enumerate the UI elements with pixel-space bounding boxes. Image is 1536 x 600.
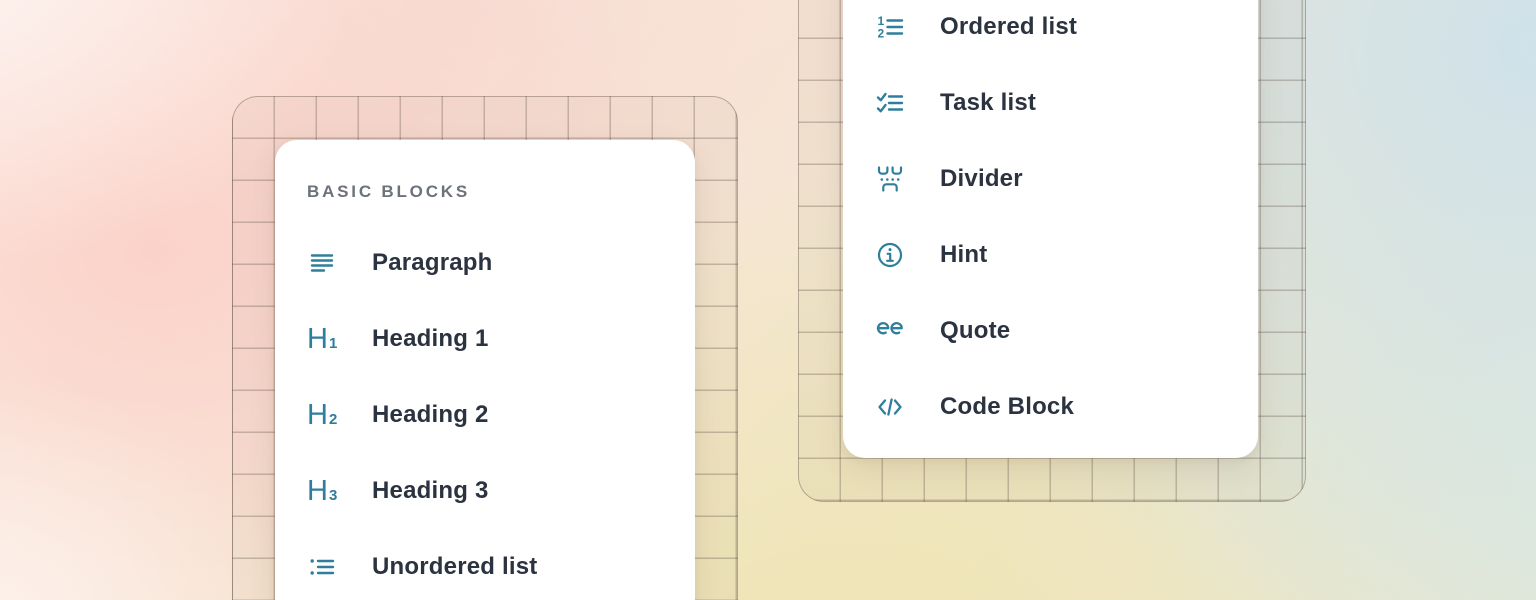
menu-item-label: Hint xyxy=(940,241,987,269)
code-block-icon xyxy=(875,390,909,424)
menu-item-code-block[interactable]: Code Block xyxy=(875,369,1258,445)
task-list-icon xyxy=(875,86,909,120)
menu-item-paragraph[interactable]: Paragraph xyxy=(307,225,695,301)
svg-text:2: 2 xyxy=(878,27,885,41)
block-menu-illustration: BASIC BLOCKS Paragraph H1 Heading 1 xyxy=(0,0,1536,600)
paragraph-icon xyxy=(307,246,341,280)
menu-item-label: Heading 1 xyxy=(372,325,489,353)
menu-item-divider[interactable]: Divider xyxy=(875,141,1258,217)
heading-2-icon: H2 xyxy=(307,398,341,432)
menu-item-hint[interactable]: Hint xyxy=(875,217,1258,293)
menu-item-label: Unordered list xyxy=(372,553,538,581)
heading-1-icon: H1 xyxy=(307,322,341,356)
ordered-list-icon: 1 2 xyxy=(875,10,909,44)
quote-icon xyxy=(875,314,909,348)
menu-item-heading-1[interactable]: H1 Heading 1 xyxy=(307,301,695,377)
menu-item-heading-2[interactable]: H2 Heading 2 xyxy=(307,377,695,453)
menu-item-label: Heading 3 xyxy=(372,477,489,505)
basic-blocks-panel: BASIC BLOCKS Paragraph H1 Heading 1 xyxy=(275,140,695,600)
menu-item-label: Paragraph xyxy=(372,249,493,277)
menu-item-label: Divider xyxy=(940,165,1023,193)
menu-item-heading-3[interactable]: H3 Heading 3 xyxy=(307,453,695,529)
menu-item-ordered-list[interactable]: 1 2 Ordered list xyxy=(875,0,1258,65)
menu-item-quote[interactable]: Quote xyxy=(875,293,1258,369)
menu-item-unordered-list[interactable]: Unordered list xyxy=(307,529,695,600)
menu-item-label: Ordered list xyxy=(940,13,1077,41)
advanced-blocks-menu: 1 2 Ordered list xyxy=(875,0,1258,445)
section-label: BASIC BLOCKS xyxy=(307,182,695,202)
heading-3-icon: H3 xyxy=(307,474,341,508)
unordered-list-icon xyxy=(307,550,341,584)
menu-item-label: Heading 2 xyxy=(372,401,489,429)
hint-icon xyxy=(875,238,909,272)
menu-item-label: Task list xyxy=(940,89,1036,117)
menu-item-label: Code Block xyxy=(940,393,1074,421)
basic-blocks-menu: Paragraph H1 Heading 1 H2 Heading 2 H3 H… xyxy=(307,225,695,600)
advanced-blocks-panel: 1 2 Ordered list xyxy=(843,0,1258,458)
menu-item-label: Quote xyxy=(940,317,1010,345)
menu-item-task-list[interactable]: Task list xyxy=(875,65,1258,141)
divider-icon xyxy=(875,162,909,196)
